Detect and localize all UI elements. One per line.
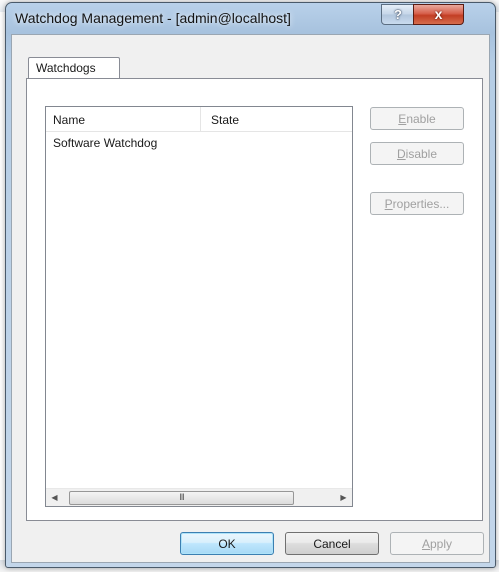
window-title: Watchdog Management - [admin@localhost] (15, 10, 291, 26)
dialog-window: Watchdog Management - [admin@localhost] … (5, 2, 496, 568)
close-icon: x (434, 6, 443, 22)
arrow-left-icon: ◀ (51, 493, 58, 502)
help-button[interactable]: ? (381, 4, 415, 25)
disable-mnemonic: D (396, 147, 406, 161)
watchdog-name: Software Watchdog (53, 136, 158, 150)
list-header: Name State (46, 107, 352, 132)
ok-button[interactable]: OK (180, 532, 274, 555)
horizontal-scrollbar[interactable]: ◀ III ▶ (46, 488, 352, 506)
watchdog-list[interactable]: Name State Software Watchdog ◀ III ▶ (45, 106, 353, 507)
apply-mnemonic: A (421, 537, 430, 551)
tab-watchdogs[interactable]: Watchdogs (28, 57, 120, 78)
arrow-right-icon: ▶ (340, 493, 347, 502)
scroll-right-button[interactable]: ▶ (335, 489, 352, 506)
apply-button[interactable]: Apply (390, 532, 484, 555)
disable-button[interactable]: Disable (370, 142, 464, 165)
enable-button[interactable]: Enable (370, 107, 464, 130)
title-bar[interactable]: Watchdog Management - [admin@localhost] … (6, 3, 495, 31)
properties-mnemonic: P (384, 197, 393, 211)
list-item[interactable]: Software Watchdog (46, 132, 352, 154)
column-header-state[interactable]: State (201, 107, 352, 131)
tab-label: Watchdogs (36, 61, 96, 75)
cancel-button[interactable]: Cancel (285, 532, 379, 555)
close-button[interactable]: x (413, 4, 464, 25)
enable-label: nable (406, 112, 436, 126)
apply-label: pply (430, 537, 453, 551)
ok-label: OK (218, 537, 236, 551)
scroll-left-button[interactable]: ◀ (46, 489, 63, 506)
properties-button[interactable]: Properties... (370, 192, 464, 215)
scroll-thumb[interactable]: III (69, 491, 294, 505)
disable-label: isable (405, 147, 438, 161)
tab-page-watchdogs: Name State Software Watchdog ◀ III ▶ Ena… (26, 78, 483, 521)
question-icon: ? (394, 7, 402, 22)
properties-label: roperties... (392, 197, 450, 211)
grip-icon: III (179, 492, 184, 502)
column-header-name[interactable]: Name (46, 107, 201, 131)
dialog-client-area: Watchdogs Name State Software Watchdog ◀… (11, 34, 490, 563)
cancel-label: Cancel (313, 537, 351, 551)
